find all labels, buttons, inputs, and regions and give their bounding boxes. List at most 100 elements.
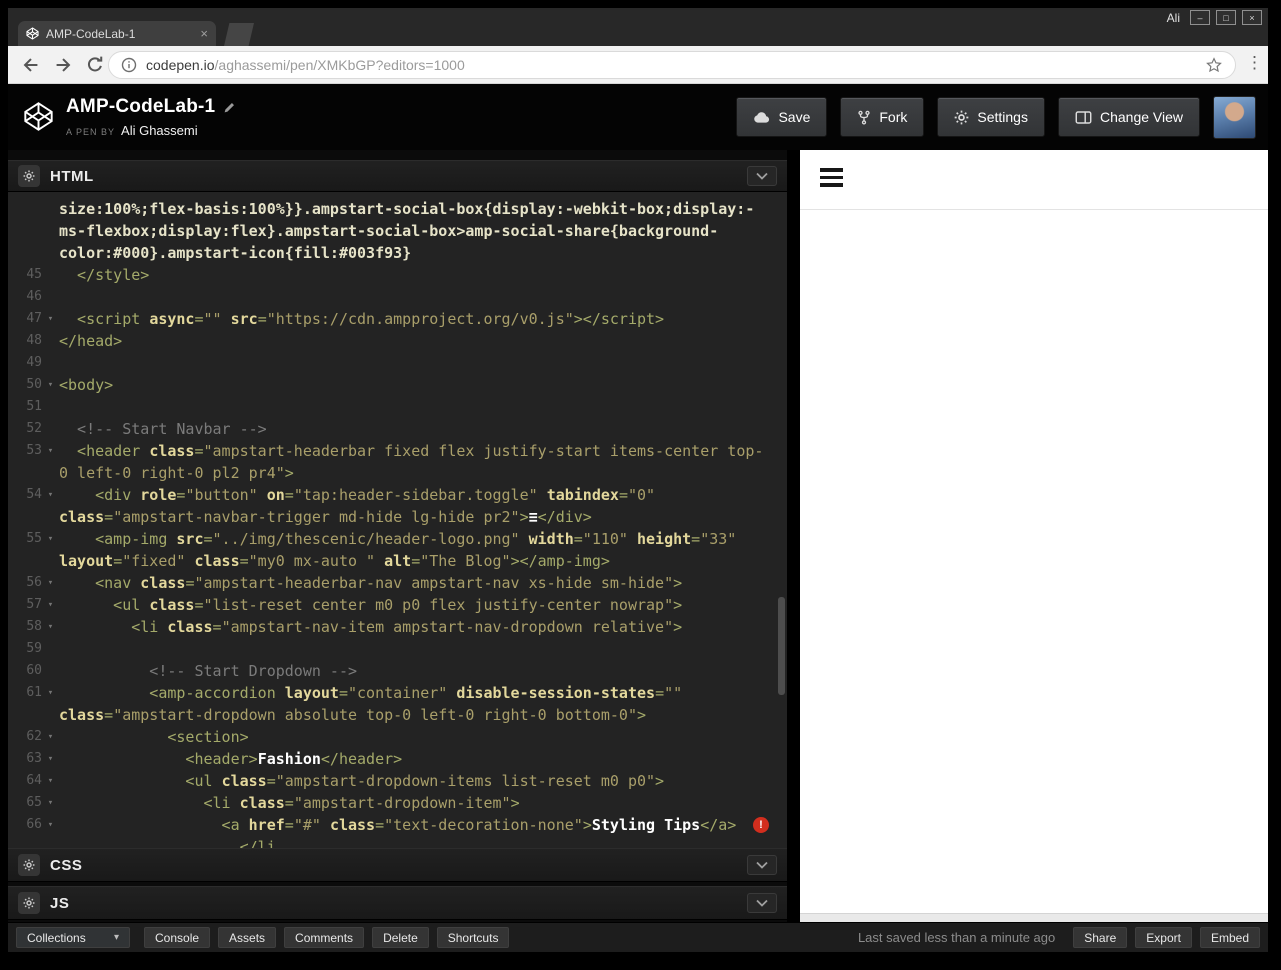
css-editor-gear-icon[interactable] <box>18 854 40 876</box>
line-number: 56 <box>26 575 42 590</box>
js-editor-gear-icon[interactable] <box>18 892 40 914</box>
code-line[interactable]: 49 <box>8 352 787 374</box>
code-line[interactable]: 65 ▾ <li class="ampstart-dropdown-item"> <box>8 792 787 814</box>
code-line[interactable]: 66 ▾ <a href="#" class="text-decoration-n… <box>8 814 787 836</box>
fork-button[interactable]: Fork <box>840 97 925 137</box>
save-button[interactable]: Save <box>736 97 828 137</box>
code-line[interactable]: 58 ▾ <li class="ampstart-nav-item ampstar… <box>8 616 787 638</box>
footer-button-console[interactable]: Console <box>144 927 211 948</box>
code-line[interactable]: 54 ▾ <div role="button" on="tap:header-si… <box>8 484 787 506</box>
pen-title: AMP-CodeLab-1 <box>66 96 216 117</box>
code-text: <amp-accordion layout="container" disabl… <box>59 684 683 702</box>
export-button[interactable]: Export <box>1135 927 1192 948</box>
code-line[interactable]: 61 ▾ <amp-accordion layout="container" di… <box>8 682 787 704</box>
fold-marker-icon[interactable]: ▾ <box>42 748 59 770</box>
code-line[interactable]: 59 <box>8 638 787 660</box>
tab-close-icon[interactable]: × <box>200 27 208 40</box>
js-editor-header[interactable]: JS <box>8 886 787 920</box>
url-field[interactable]: codepen.io/aghassemi/pen/XMKbGP?editors=… <box>108 51 1236 79</box>
author-link[interactable]: Ali Ghassemi <box>121 123 198 138</box>
code-line[interactable]: 55 ▾ <amp-img src="../img/thescenic/heade… <box>8 528 787 550</box>
fold-marker-icon[interactable]: ▾ <box>42 792 59 814</box>
fold-marker-icon[interactable]: ▾ <box>42 682 59 704</box>
code-line[interactable]: 53 ▾ <header class="ampstart-headerbar fi… <box>8 440 787 462</box>
edit-pencil-icon[interactable] <box>223 101 236 114</box>
code-line[interactable]: 47 ▾ <script async="" src="https://cdn.am… <box>8 308 787 330</box>
js-collapse-chevron-icon[interactable] <box>747 893 777 913</box>
fold-marker-icon[interactable]: ▾ <box>42 528 59 550</box>
code-line[interactable]: 62 ▾ <section> <box>8 726 787 748</box>
code-line[interactable]: 46 <box>8 286 787 308</box>
code-line[interactable]: 63 ▾ <header>Fashion</header> <box>8 748 787 770</box>
collections-dropdown[interactable]: Collections ▾ <box>16 927 130 948</box>
code-line[interactable]: 57 ▾ <ul class="list-reset center m0 p0 f… <box>8 594 787 616</box>
new-tab-button[interactable] <box>224 23 254 46</box>
window-minimize-icon[interactable]: – <box>1190 10 1210 25</box>
fold-marker-icon[interactable]: ▾ <box>42 484 59 506</box>
collections-caret-icon: ▾ <box>113 932 119 943</box>
footer-button-comments[interactable]: Comments <box>284 927 365 948</box>
fold-gutter <box>42 220 59 242</box>
fold-marker-icon[interactable]: ▾ <box>42 308 59 330</box>
forward-icon[interactable] <box>52 54 74 76</box>
code-line[interactable]: 0 left-0 right-0 pl2 pr4"> <box>8 462 787 484</box>
preview-pane <box>800 150 1268 922</box>
saved-status: Last saved less than a minute ago <box>857 930 1056 945</box>
code-line[interactable]: 48 </head> <box>8 330 787 352</box>
fold-marker-icon[interactable]: ▾ <box>42 594 59 616</box>
code-line[interactable]: 64 ▾ <ul class="ampstart-dropdown-items l… <box>8 770 787 792</box>
fold-marker-icon[interactable]: ▾ <box>42 572 59 594</box>
editor-scrollbar-thumb[interactable] <box>778 597 785 695</box>
code-line[interactable]: 50 ▾ <body> <box>8 374 787 396</box>
fold-marker-icon[interactable]: ▾ <box>42 440 59 462</box>
footer-button-shortcuts[interactable]: Shortcuts <box>436 927 510 948</box>
share-button[interactable]: Share <box>1073 927 1128 948</box>
footer-button-delete[interactable]: Delete <box>372 927 429 948</box>
code-line[interactable]: color:#000}.ampstart-icon{fill:#003f93} <box>8 242 787 264</box>
embed-button[interactable]: Embed <box>1199 927 1260 948</box>
code-line[interactable]: </li <box>8 836 787 848</box>
window-maximize-icon[interactable]: □ <box>1216 10 1236 25</box>
line-number: 54 <box>26 487 42 502</box>
codepen-logo-icon[interactable] <box>23 101 54 132</box>
html-editor-label: HTML <box>50 167 94 185</box>
bookmark-star-icon[interactable] <box>1205 56 1223 74</box>
code-line[interactable]: 45 </style> <box>8 264 787 286</box>
settings-button[interactable]: Settings <box>937 97 1045 137</box>
css-editor-header[interactable]: CSS <box>8 848 787 882</box>
fold-marker-icon[interactable]: ▾ <box>42 616 59 638</box>
browser-menu-icon[interactable]: ⋮ <box>1246 53 1263 73</box>
code-line[interactable]: layout="fixed" class="my0 mx-auto " alt=… <box>8 550 787 572</box>
footer-button-assets[interactable]: Assets <box>218 927 277 948</box>
fold-marker-icon[interactable]: ▾ <box>42 374 59 396</box>
code-line[interactable]: size:100%;flex-basis:100%}}.ampstart-soc… <box>8 198 787 220</box>
html-collapse-chevron-icon[interactable] <box>747 166 777 186</box>
code-line[interactable]: class="ampstart-dropdown absolute top-0 … <box>8 704 787 726</box>
line-number: 62 <box>26 729 42 744</box>
fold-marker-icon[interactable]: ▾ <box>42 770 59 792</box>
site-info-icon[interactable] <box>121 57 137 73</box>
window-close-icon[interactable]: × <box>1242 10 1262 25</box>
css-collapse-chevron-icon[interactable] <box>747 855 777 875</box>
code-line[interactable]: class="ampstart-navbar-trigger md-hide l… <box>8 506 787 528</box>
code-line[interactable]: ms-flexbox;display:flex}.ampstart-social… <box>8 220 787 242</box>
avatar[interactable] <box>1213 96 1256 139</box>
change-view-icon <box>1075 110 1092 125</box>
html-editor-header[interactable]: HTML <box>8 160 787 192</box>
back-icon[interactable] <box>20 54 42 76</box>
fold-gutter <box>42 836 59 848</box>
code-line[interactable]: 52 <!-- Start Navbar --> <box>8 418 787 440</box>
html-editor-gear-icon[interactable] <box>18 165 40 187</box>
html-code-editor[interactable]: size:100%;flex-basis:100%}}.ampstart-soc… <box>8 192 787 848</box>
refresh-icon[interactable] <box>84 54 106 76</box>
code-line[interactable]: 60 <!-- Start Dropdown --> <box>8 660 787 682</box>
line-number: 57 <box>26 597 42 612</box>
code-line[interactable]: 56 ▾ <nav class="ampstart-headerbar-nav a… <box>8 572 787 594</box>
fold-gutter <box>42 506 59 528</box>
code-line[interactable]: 51 <box>8 396 787 418</box>
change-view-button[interactable]: Change View <box>1057 97 1200 137</box>
fold-marker-icon[interactable]: ▾ <box>42 814 59 836</box>
browser-tab[interactable]: AMP-CodeLab-1 × <box>18 21 216 46</box>
fold-marker-icon[interactable]: ▾ <box>42 726 59 748</box>
hamburger-menu-icon[interactable] <box>820 168 843 191</box>
